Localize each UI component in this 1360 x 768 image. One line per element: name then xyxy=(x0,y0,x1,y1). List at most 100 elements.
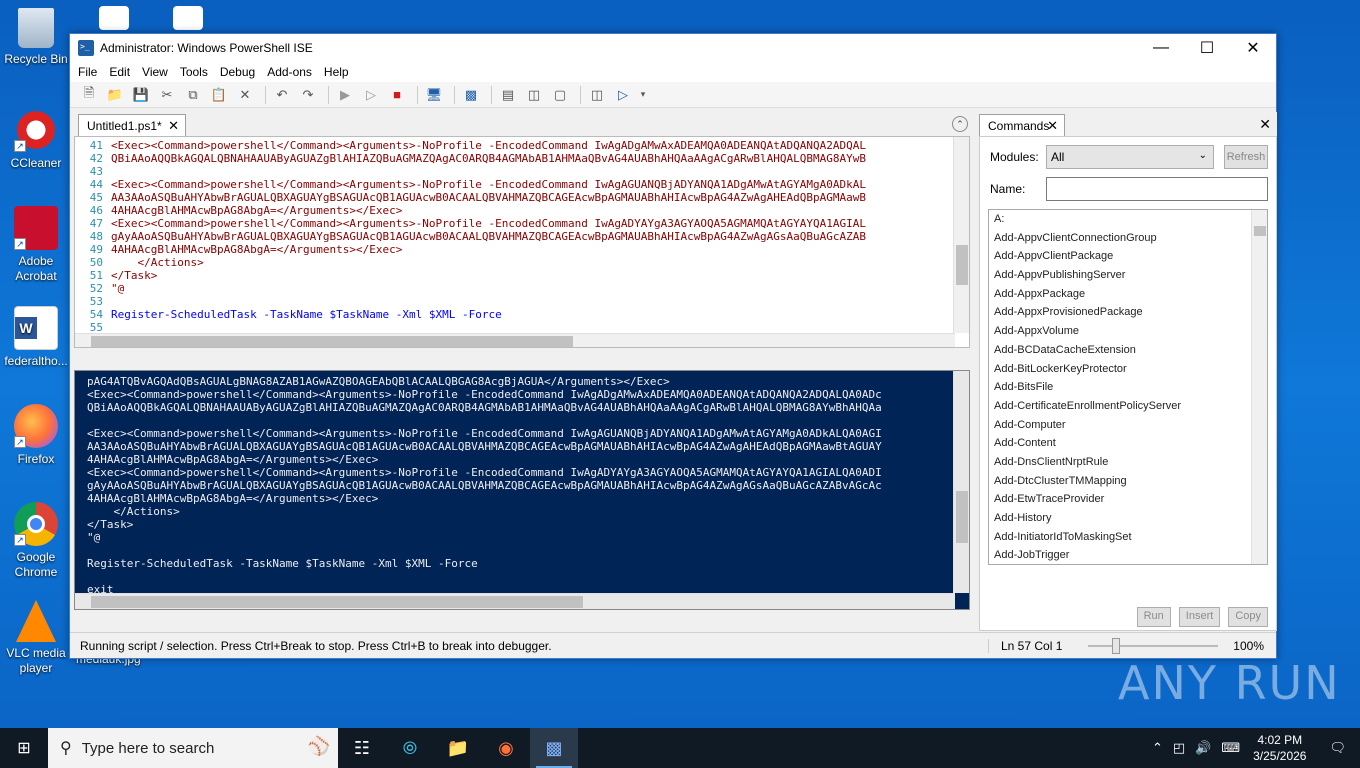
command-list-item[interactable]: Add-DtcClusterTMMapping xyxy=(989,472,1267,491)
script-editor[interactable]: 41 <Exec><Command>powershell</Command><Ar… xyxy=(74,136,970,348)
menu-debug[interactable]: Debug xyxy=(214,65,261,79)
run-button[interactable]: Run xyxy=(1136,607,1171,627)
copy-icon[interactable]: ⧉ xyxy=(182,84,204,106)
menu-edit[interactable]: Edit xyxy=(103,65,136,79)
tab-untitled1[interactable]: Untitled1.ps1* ✕ xyxy=(78,114,186,136)
paste-icon[interactable]: 📋 xyxy=(208,84,230,106)
task-view-icon[interactable]: ☷ xyxy=(338,728,386,768)
edge-icon[interactable]: ⦾ xyxy=(386,728,434,768)
firefox-taskbar-icon[interactable]: ◉ xyxy=(482,728,530,768)
console-vertical-scrollbar[interactable] xyxy=(953,371,969,593)
command-list-item[interactable]: Add-BitsFile xyxy=(989,378,1267,397)
editor-horizontal-scrollbar[interactable] xyxy=(75,333,955,347)
title-bar: Administrator: Windows PowerShell ISE — … xyxy=(70,34,1276,62)
powershell-console-icon[interactable]: ▩ xyxy=(460,84,482,106)
close-tab-icon[interactable]: ✕ xyxy=(168,118,179,134)
command-list-item[interactable]: Add-AppxPackage xyxy=(989,285,1267,304)
zoom-slider-thumb[interactable] xyxy=(1112,637,1121,654)
editor-vertical-scrollbar[interactable] xyxy=(953,137,969,333)
open-folder-icon[interactable]: 📁 xyxy=(104,84,126,106)
command-list-item[interactable]: Add-InitiatorIdToMaskingSet xyxy=(989,528,1267,547)
commands-button-row: Run Insert Copy xyxy=(1136,607,1268,627)
chevron-up-icon[interactable]: ⌃ xyxy=(1152,740,1163,756)
command-list-item[interactable]: Add-DnsClientNrptRule xyxy=(989,453,1267,472)
network-icon[interactable]: ◰ xyxy=(1173,740,1185,756)
commands-body: Modules: All ⌄ Refresh Name: A: Add-AppvC… xyxy=(979,136,1277,631)
menu-help[interactable]: Help xyxy=(318,65,355,79)
desktop-icon-ccleaner[interactable]: ↗ CCleaner xyxy=(0,108,72,171)
console-line: QBiAAoAQQBkAGQALQBNAHAAUAByAGUAZgBlAHIAZ… xyxy=(87,401,882,414)
copy-button[interactable]: Copy xyxy=(1228,607,1268,627)
show-script-right-icon[interactable]: ◫ xyxy=(523,84,545,106)
command-list-item[interactable]: Add-AppvClientPackage xyxy=(989,247,1267,266)
line-text: QBiAAoAQQBkAGQALQBNAHAAUAByAGUAZgBlAHIAZ… xyxy=(111,152,866,165)
command-list-item[interactable]: Add-Content xyxy=(989,434,1267,453)
command-list-item[interactable]: A: xyxy=(989,210,1267,229)
console-line: </Task> xyxy=(87,518,134,531)
language-icon[interactable]: ⌨ xyxy=(1221,740,1240,756)
console-pane[interactable]: pAG4ATQBvAGQAdQBsAGUALgBNAG8AZAB1AGwAZQB… xyxy=(74,370,970,610)
toolbar-overflow-icon[interactable]: ▾ xyxy=(638,84,648,106)
desktop-icon-adobe-acrobat[interactable]: ↗ Adobe Acrobat xyxy=(0,206,72,284)
menu-view[interactable]: View xyxy=(136,65,174,79)
save-icon[interactable]: 💾 xyxy=(130,84,152,106)
show-command-window-icon[interactable]: ◫ xyxy=(586,84,608,106)
command-list-item[interactable]: Add-AppvPublishingServer xyxy=(989,266,1267,285)
command-list-item[interactable]: Add-JobTrigger xyxy=(989,546,1267,564)
zoom-slider[interactable] xyxy=(1088,637,1218,654)
desktop-icon-vlc[interactable]: VLC media player xyxy=(0,600,72,676)
close-commands-pane-icon[interactable]: ✕ xyxy=(1259,116,1271,133)
redo-icon[interactable]: ↷ xyxy=(297,84,319,106)
powershell-ise-taskbar-icon[interactable]: ▩ xyxy=(530,728,578,768)
minimize-button[interactable]: — xyxy=(1138,34,1184,62)
undo-icon[interactable]: ↶ xyxy=(271,84,293,106)
new-file-icon[interactable]: 🗎 xyxy=(78,84,100,106)
desktop-icon-firefox[interactable]: ↗ Firefox xyxy=(0,404,72,467)
start-button[interactable]: ⊞ xyxy=(0,728,48,768)
command-list-item[interactable]: Add-History xyxy=(989,509,1267,528)
desktop-icon-word-document[interactable]: W federaltho... xyxy=(0,306,72,369)
menu-file[interactable]: File xyxy=(72,65,103,79)
run-selection-icon[interactable]: ▷ xyxy=(360,84,382,106)
close-commands-tab-icon[interactable]: ✕ xyxy=(1047,118,1058,134)
stop-icon[interactable]: ■ xyxy=(386,84,408,106)
editor-line: 52 "@ xyxy=(75,282,866,295)
tab-commands[interactable]: Commands ✕ xyxy=(979,114,1065,136)
collapse-script-pane-icon[interactable]: ⌃ xyxy=(952,116,968,132)
taskbar-search[interactable]: ⚲ Type here to search ⚾ xyxy=(48,728,338,768)
menu-tools[interactable]: Tools xyxy=(174,65,214,79)
command-list-item[interactable]: Add-AppxProvisionedPackage xyxy=(989,303,1267,322)
show-script-top-icon[interactable]: ▤ xyxy=(497,84,519,106)
command-list-item[interactable]: Add-Computer xyxy=(989,416,1267,435)
clock[interactable]: 4:02 PM 3/25/2026 xyxy=(1253,732,1306,764)
command-list-item[interactable]: Add-AppvClientConnectionGroup xyxy=(989,229,1267,248)
command-list-item[interactable]: Add-EtwTraceProvider xyxy=(989,490,1267,509)
show-command-addon-icon[interactable]: ▷ xyxy=(612,84,634,106)
insert-button[interactable]: Insert xyxy=(1178,607,1221,627)
command-list-item[interactable]: Add-BitLockerKeyProtector xyxy=(989,360,1267,379)
cut-icon[interactable]: ✂ xyxy=(156,84,178,106)
clear-console-icon[interactable]: ✕ xyxy=(234,84,256,106)
command-list-item[interactable]: Add-CertificateEnrollmentPolicyServer xyxy=(989,397,1267,416)
modules-select[interactable]: All ⌄ xyxy=(1046,145,1214,169)
desktop-file-icon[interactable] xyxy=(94,6,134,34)
menu-add-ons[interactable]: Add-ons xyxy=(261,65,318,79)
search-highlight-icon: ⚾ xyxy=(307,736,330,756)
desktop-icon-recycle-bin[interactable]: Recycle Bin xyxy=(0,8,72,67)
refresh-button[interactable]: Refresh xyxy=(1224,145,1268,169)
remote-powershell-icon[interactable]: 🖥 xyxy=(423,84,445,106)
desktop-icon-chrome[interactable]: ↗ Google Chrome xyxy=(0,502,72,580)
volume-icon[interactable]: 🔊 xyxy=(1195,740,1211,756)
desktop-file-icon[interactable] xyxy=(168,6,208,34)
console-horizontal-scrollbar[interactable] xyxy=(75,593,955,609)
maximize-button[interactable]: ☐ xyxy=(1184,34,1230,62)
run-script-icon[interactable]: ▶ xyxy=(334,84,356,106)
show-script-maximized-icon[interactable]: ▢ xyxy=(549,84,571,106)
command-list-item[interactable]: Add-AppxVolume xyxy=(989,322,1267,341)
close-button[interactable]: ✕ xyxy=(1230,34,1276,62)
notifications-icon[interactable]: 🗨 xyxy=(1329,740,1346,756)
command-list-item[interactable]: Add-BCDataCacheExtension xyxy=(989,341,1267,360)
name-input[interactable] xyxy=(1046,177,1268,201)
file-explorer-icon[interactable]: 📁 xyxy=(434,728,482,768)
commands-list-scrollbar[interactable] xyxy=(1251,210,1267,564)
